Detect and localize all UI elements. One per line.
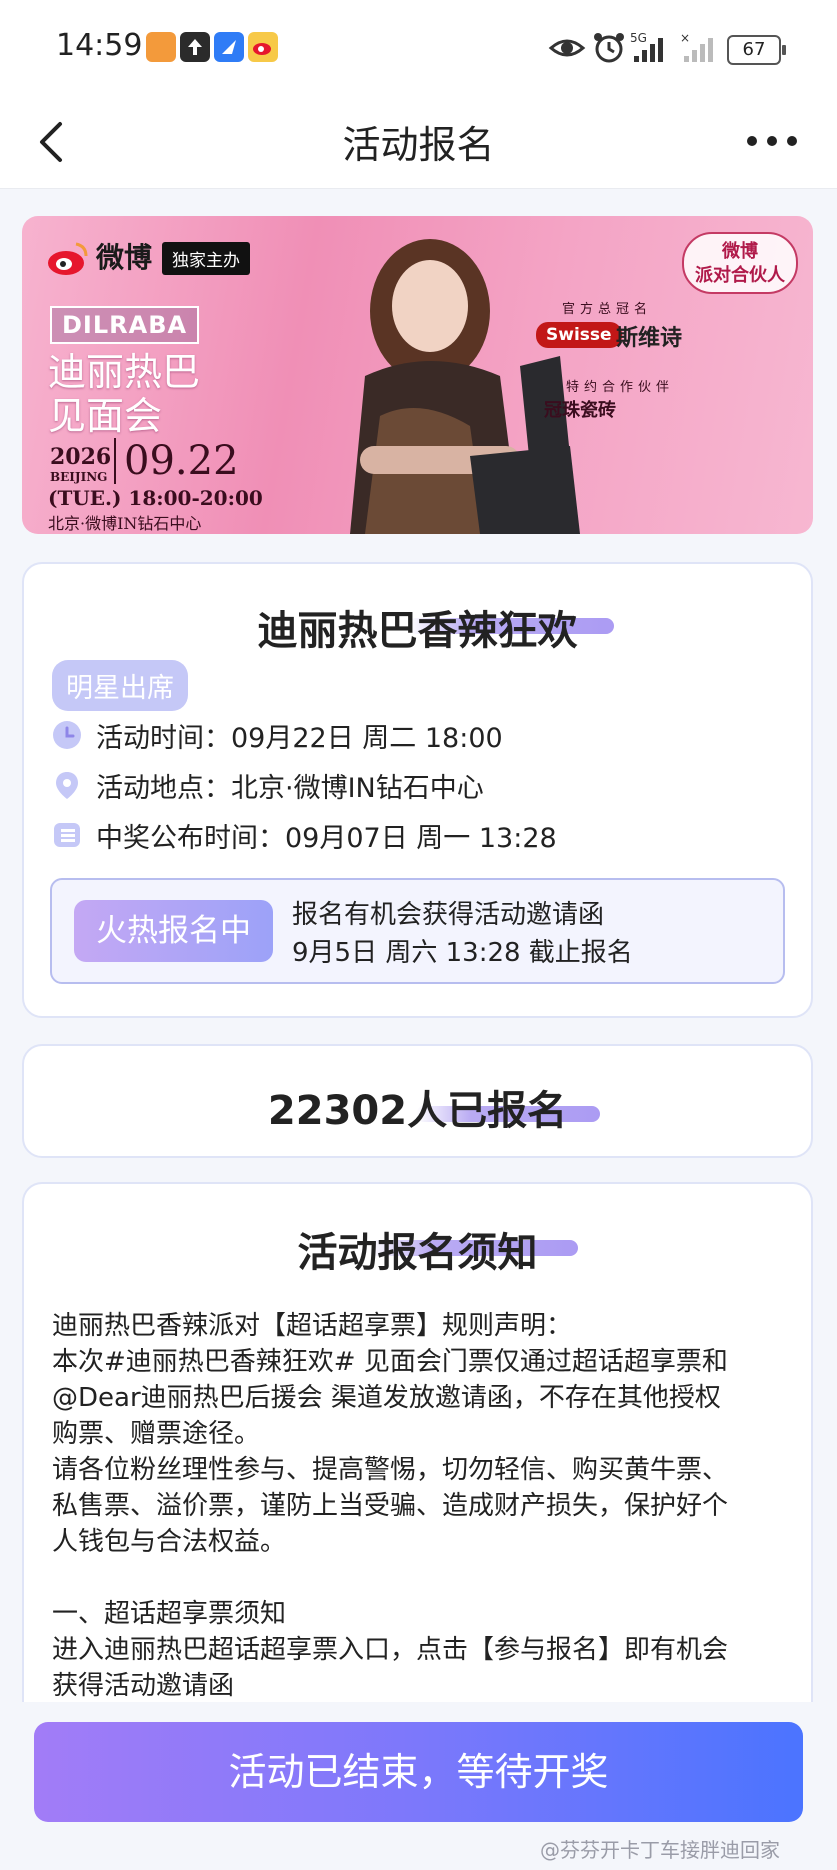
notice-title: 活动报名须知	[297, 1230, 538, 1276]
exclusive-tag: 独家主办	[162, 242, 250, 275]
banner-city-en: BEIJING	[50, 470, 108, 484]
banner-event-name-line1: 迪丽热巴	[48, 350, 201, 394]
location-pin-icon	[52, 770, 82, 800]
alarm-icon	[592, 30, 626, 66]
notice-line: 购票、赠票途径。	[52, 1419, 261, 1449]
signup-deadline: 9月5日 周六 13:28 截止报名	[292, 938, 633, 968]
battery-icon: 67	[727, 35, 786, 65]
signup-count-card: 22302人已报名	[22, 1044, 813, 1158]
bird-app-icon	[214, 32, 244, 62]
notice-line: 获得活动邀请函	[52, 1671, 235, 1701]
banner-event-name-line2: 见面会	[48, 394, 163, 438]
platform-name: 微博	[96, 241, 153, 274]
sponsor-brand: Swisse	[536, 322, 622, 348]
list-icon	[52, 820, 82, 850]
signup-count: 22302人已报名	[267, 1088, 568, 1134]
notice-line: 一、超话超享票须知	[52, 1599, 287, 1629]
event-title: 迪丽热巴香辣狂欢	[257, 608, 578, 654]
clock-icon	[52, 720, 82, 750]
notice-line: 迪丽热巴香辣派对【超话超享票】规则声明：	[52, 1311, 573, 1341]
notice-line: 私售票、溢价票，谨防上当受骗、造成财产损失，保护好个	[52, 1491, 729, 1521]
notice-line	[52, 1560, 792, 1596]
notice-line: 请各位粉丝理性参与、提高警惕，切勿轻信、购买黄牛票、	[52, 1455, 729, 1485]
notice-line: @Dear迪丽热巴后援会 渠道发放邀请函，不存在其他授权	[52, 1383, 721, 1413]
party-partner-badge: 微博 派对合伙人	[682, 232, 798, 294]
notice-line: 人钱包与合法权益。	[52, 1527, 287, 1557]
notice-line: 本次#迪丽热巴香辣狂欢# 见面会门票仅通过超话超享票和	[52, 1347, 728, 1377]
banner-year: 2026 BEIJING	[50, 444, 111, 484]
artist-logo: DILRABA	[50, 306, 200, 344]
notice-body: 迪丽热巴香辣派对【超话超享票】规则声明： 本次#迪丽热巴香辣狂欢# 见面会门票仅…	[52, 1308, 792, 1702]
banner-event-name: 迪丽热巴 见面会	[48, 350, 200, 438]
partner-label: 特约合作伙伴	[566, 380, 675, 395]
signal-5g-icon: 5G	[630, 30, 674, 66]
star-attending-tag: 明星出席	[52, 660, 188, 711]
eye-icon	[548, 30, 586, 66]
artist-photo	[350, 239, 580, 534]
banner-venue: 北京·微博IN钻石中心	[48, 514, 202, 533]
status-bar: 14:59 5G × 67	[0, 0, 837, 96]
banner-year-number: 2026	[50, 444, 112, 470]
weibo-watermark: @芬芬开卡丁车接胖迪回家	[540, 1838, 780, 1862]
signup-status-badge: 火热报名中	[74, 900, 273, 962]
weibo-icon	[248, 32, 278, 62]
event-time: 活动时间：09月22日 周二 18:00	[96, 723, 503, 754]
partner-name: 冠珠瓷砖	[544, 400, 616, 421]
event-place: 活动地点：北京·微博IN钻石中心	[96, 773, 484, 804]
banner-date: 09.22	[114, 438, 239, 484]
party-badge-line1: 微博	[722, 241, 758, 262]
status-time: 14:59	[56, 28, 143, 63]
party-badge-line2: 派对合伙人	[695, 265, 785, 286]
more-dots-icon[interactable]	[742, 126, 802, 156]
event-ended-button[interactable]: 活动已结束，等待开奖	[34, 1722, 803, 1822]
svg-text:5G: 5G	[630, 31, 647, 45]
banner-time: (TUE.) 18:00-20:00	[48, 486, 263, 510]
page-title: 活动报名	[342, 123, 495, 167]
signal-icon: ×	[680, 30, 720, 66]
notice-card: 活动报名须知 迪丽热巴香辣派对【超话超享票】规则声明： 本次#迪丽热巴香辣狂欢#…	[22, 1182, 813, 1702]
signup-status-box: 火热报名中 报名有机会获得活动邀请函 9月5日 周六 13:28 截止报名	[50, 878, 785, 984]
sponsor-label: 官方总冠名	[562, 302, 653, 317]
signup-info: 报名有机会获得活动邀请函	[292, 900, 605, 930]
svg-text:×: ×	[680, 31, 690, 45]
notice-line: 进入迪丽热巴超话超享票入口，点击【参与报名】即有机会	[52, 1635, 729, 1665]
sponsor-brand-cn: 斯维诗	[616, 326, 683, 351]
nav-bar: 活动报名	[0, 96, 837, 189]
upload-icon	[180, 32, 210, 62]
weibo-logo-icon	[46, 238, 90, 278]
event-info-card: 迪丽热巴香辣狂欢 明星出席 活动时间：09月22日 周二 18:00 活动地点：…	[22, 562, 813, 1018]
event-banner[interactable]: 微博 独家主办 DILRABA 迪丽热巴 见面会 2026 BEIJING 09…	[22, 216, 813, 534]
announce-time: 中奖公布时间：09月07日 周一 13:28	[96, 823, 557, 854]
app-icon-orange	[146, 32, 176, 62]
